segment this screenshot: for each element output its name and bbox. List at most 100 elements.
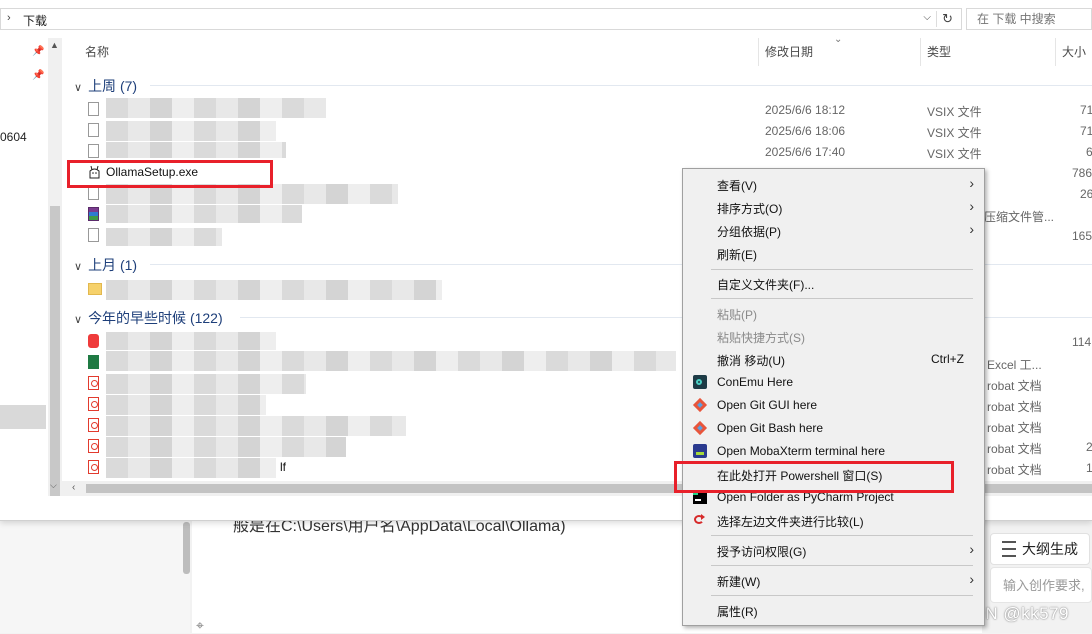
column-header-name[interactable]: 名称 (85, 38, 109, 66)
group-header-last-month[interactable]: ∨ 上月 (1) (74, 255, 137, 275)
redacted-filename (106, 121, 276, 141)
prompt-input[interactable]: 输入创作要求, (990, 567, 1092, 603)
menu-item-label: 刷新(E) (717, 248, 757, 262)
file-row[interactable]: 2025/6/6 18:12 VSIX 文件 71 (84, 98, 1092, 121)
scroll-up-icon[interactable]: ▲ (50, 40, 59, 50)
list-icon (1002, 541, 1016, 557)
menu-item-label: 属性(R) (717, 605, 758, 619)
background-scrollbar[interactable] (183, 522, 190, 574)
menu-item-paste-shortcut[interactable]: 粘贴快捷方式(S) (683, 325, 984, 348)
file-size: 786 (1072, 166, 1092, 180)
column-header-type[interactable]: 类型 (927, 38, 951, 66)
menu-item-label: 授予访问权限(G) (717, 545, 807, 559)
menu-item-label: Open Git GUI here (717, 398, 818, 412)
menu-item-refresh[interactable]: 刷新(E) (683, 242, 984, 265)
menu-item-git-bash[interactable]: Open Git Bash here (683, 417, 984, 440)
scroll-left-icon[interactable]: ‹ (72, 482, 75, 493)
file-type: VSIX 文件 (927, 126, 982, 140)
pin-icon[interactable]: 📌 (32, 46, 44, 57)
menu-item-compare-left-folder[interactable]: 选择左边文件夹进行比较(L) (683, 509, 984, 532)
redacted-filename (106, 98, 326, 118)
file-name-fragment: lf (280, 460, 286, 474)
menu-item-view[interactable]: 查看(V) › (683, 173, 984, 196)
archive-icon (88, 207, 99, 221)
menu-item-pycharm-project[interactable]: Open Folder as PyCharm Project (683, 486, 984, 509)
file-name: OllamaSetup.exe (106, 165, 199, 179)
group-header-earlier-this-year[interactable]: ∨ 今年的早些时候 (122) (74, 308, 223, 328)
menu-item-undo-move[interactable]: 撤消 移动(U) Ctrl+Z (683, 348, 984, 371)
file-icon (88, 228, 99, 242)
column-separator[interactable] (1055, 38, 1056, 66)
menu-separator (711, 565, 973, 566)
breadcrumb-downloads[interactable]: 下载 (23, 12, 47, 29)
file-row[interactable]: 2025/6/6 18:06 VSIX 文件 71 (84, 121, 1092, 142)
nav-item-selected[interactable] (0, 405, 46, 429)
nav-vertical-scrollbar[interactable]: ▲ ⌵ (48, 38, 62, 496)
menu-item-label: 在此处打开 Powershell 窗口(S) (717, 469, 883, 483)
redacted-filename (106, 205, 302, 223)
address-separator (936, 11, 937, 27)
menu-item-conemu-here[interactable]: ConEmu Here (683, 371, 984, 394)
sort-arrow-icon: ⌄ (834, 34, 843, 45)
search-box[interactable] (966, 8, 1092, 30)
redacted-filename (106, 280, 442, 300)
menu-item-shortcut: Ctrl+Z (931, 352, 964, 366)
column-separator[interactable] (920, 38, 921, 66)
redacted-filename (106, 351, 676, 371)
file-size: 1 (1086, 461, 1092, 475)
search-input[interactable] (975, 11, 1089, 27)
file-row[interactable] (84, 280, 684, 301)
menu-item-give-access[interactable]: 授予访问权限(G) › (683, 539, 984, 562)
menu-item-sort-by[interactable]: 排序方式(O) › (683, 196, 984, 219)
address-dropdown-icon[interactable]: ⌵ (923, 12, 931, 23)
pdf-icon (88, 418, 99, 432)
menu-item-label: Open MobaXterm terminal here (717, 444, 886, 458)
pin-icon[interactable]: 📌 (32, 70, 44, 81)
file-type: robat 文档 (987, 442, 1042, 456)
file-icon (88, 186, 99, 200)
git-gui-icon (693, 398, 707, 412)
nav-item-label[interactable]: 0604 (0, 130, 27, 144)
collapse-chevron-icon[interactable]: ∨ (74, 261, 82, 273)
file-icon (88, 123, 99, 137)
refresh-icon[interactable]: ↻ (942, 11, 953, 27)
column-separator[interactable] (758, 38, 759, 66)
menu-item-paste[interactable]: 粘贴(P) (683, 302, 984, 325)
menu-item-mobaxterm[interactable]: Open MobaXterm terminal here (683, 440, 984, 463)
outline-generate-button[interactable]: 大纲生成 (990, 533, 1090, 565)
file-date: 2025/6/6 18:12 (765, 103, 846, 117)
redacted-filename (106, 184, 398, 204)
column-header-size[interactable]: 大小 (1062, 38, 1086, 66)
menu-item-label: 粘贴快捷方式(S) (717, 331, 805, 345)
pdf-icon (88, 439, 99, 453)
menu-item-label: 自定义文件夹(F)... (717, 278, 815, 292)
menu-separator (711, 535, 973, 536)
menu-item-group-by[interactable]: 分组依据(P) › (683, 219, 984, 242)
group-label: 上周 (7) (88, 78, 138, 94)
redacted-filename (106, 395, 266, 415)
collapse-chevron-icon[interactable]: ∨ (74, 82, 82, 94)
breadcrumb-chevron-icon[interactable]: › (7, 12, 11, 24)
menu-item-git-gui[interactable]: Open Git GUI here (683, 394, 984, 417)
column-header-date[interactable]: 修改日期 (765, 38, 813, 66)
file-type: robat 文档 (987, 463, 1042, 477)
scroll-down-icon[interactable]: ⌵ (50, 480, 57, 491)
group-divider (150, 85, 1092, 86)
git-bash-icon (693, 421, 707, 435)
redacted-filename (106, 374, 306, 394)
menu-item-new[interactable]: 新建(W) › (683, 569, 984, 592)
collapse-chevron-icon[interactable]: ∨ (74, 314, 82, 326)
file-row[interactable]: 2025/6/6 17:40 VSIX 文件 6 (84, 142, 1092, 163)
llama-app-icon (88, 165, 100, 179)
group-header-last-week[interactable]: ∨ 上周 (7) (74, 76, 137, 96)
menu-item-properties[interactable]: 属性(R) (683, 599, 984, 622)
menu-item-customize-folder[interactable]: 自定义文件夹(F)... (683, 272, 984, 295)
address-bar[interactable]: › 下载 ⌵ ↻ (0, 8, 962, 30)
group-label: 上月 (1) (88, 257, 138, 273)
move-handle-icon[interactable]: ⌖ (196, 617, 204, 634)
scrollbar-thumb[interactable] (50, 206, 60, 496)
menu-item-open-powershell[interactable]: 在此处打开 Powershell 窗口(S) (683, 463, 984, 486)
menu-separator (711, 595, 973, 596)
submenu-arrow-icon: › (969, 571, 974, 587)
file-size: 114 (1072, 335, 1092, 349)
